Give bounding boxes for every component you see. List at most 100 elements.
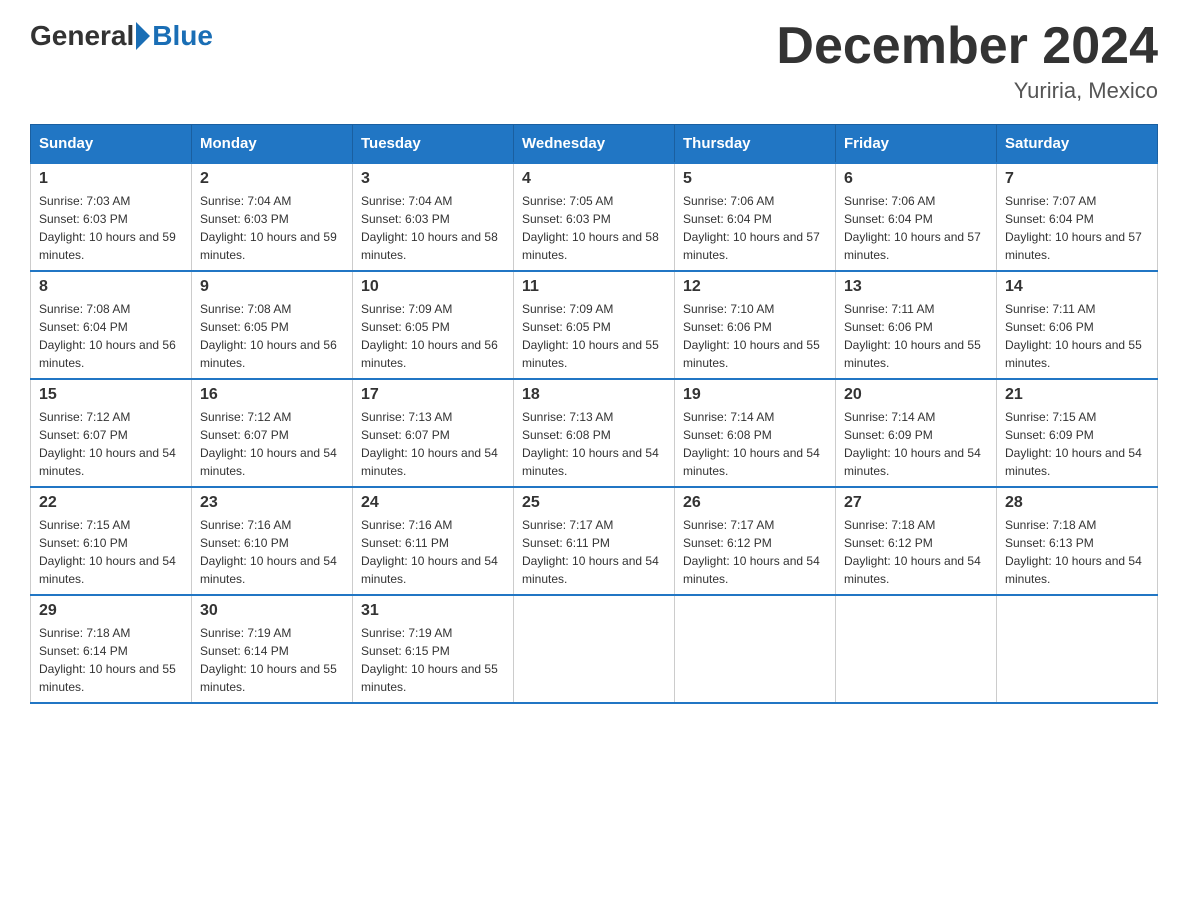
day-number: 18 (522, 386, 666, 404)
day-number: 11 (522, 278, 666, 296)
day-number: 12 (683, 278, 827, 296)
calendar-day-cell: 15 Sunrise: 7:12 AM Sunset: 6:07 PM Dayl… (31, 379, 192, 487)
day-info: Sunrise: 7:18 AM Sunset: 6:14 PM Dayligh… (39, 624, 183, 696)
day-number: 9 (200, 278, 344, 296)
day-info: Sunrise: 7:08 AM Sunset: 6:05 PM Dayligh… (200, 300, 344, 372)
calendar-week-row: 29 Sunrise: 7:18 AM Sunset: 6:14 PM Dayl… (31, 595, 1158, 703)
day-info: Sunrise: 7:12 AM Sunset: 6:07 PM Dayligh… (39, 408, 183, 480)
day-number: 6 (844, 170, 988, 188)
day-info: Sunrise: 7:14 AM Sunset: 6:09 PM Dayligh… (844, 408, 988, 480)
day-number: 14 (1005, 278, 1149, 296)
day-number: 2 (200, 170, 344, 188)
calendar-day-cell: 25 Sunrise: 7:17 AM Sunset: 6:11 PM Dayl… (514, 487, 675, 595)
day-info: Sunrise: 7:09 AM Sunset: 6:05 PM Dayligh… (522, 300, 666, 372)
col-friday: Friday (836, 125, 997, 164)
calendar-week-row: 8 Sunrise: 7:08 AM Sunset: 6:04 PM Dayli… (31, 271, 1158, 379)
calendar-week-row: 22 Sunrise: 7:15 AM Sunset: 6:10 PM Dayl… (31, 487, 1158, 595)
day-info: Sunrise: 7:17 AM Sunset: 6:12 PM Dayligh… (683, 516, 827, 588)
col-monday: Monday (192, 125, 353, 164)
calendar-day-cell: 10 Sunrise: 7:09 AM Sunset: 6:05 PM Dayl… (353, 271, 514, 379)
month-title: December 2024 (776, 20, 1158, 72)
calendar-day-cell: 23 Sunrise: 7:16 AM Sunset: 6:10 PM Dayl… (192, 487, 353, 595)
calendar-day-cell: 26 Sunrise: 7:17 AM Sunset: 6:12 PM Dayl… (675, 487, 836, 595)
calendar-day-cell (997, 595, 1158, 703)
calendar-day-cell: 1 Sunrise: 7:03 AM Sunset: 6:03 PM Dayli… (31, 163, 192, 271)
day-info: Sunrise: 7:15 AM Sunset: 6:10 PM Dayligh… (39, 516, 183, 588)
day-number: 31 (361, 602, 505, 620)
col-saturday: Saturday (997, 125, 1158, 164)
day-info: Sunrise: 7:12 AM Sunset: 6:07 PM Dayligh… (200, 408, 344, 480)
day-info: Sunrise: 7:19 AM Sunset: 6:14 PM Dayligh… (200, 624, 344, 696)
calendar-day-cell: 27 Sunrise: 7:18 AM Sunset: 6:12 PM Dayl… (836, 487, 997, 595)
day-info: Sunrise: 7:06 AM Sunset: 6:04 PM Dayligh… (844, 192, 988, 264)
day-number: 27 (844, 494, 988, 512)
location: Yuriria, Mexico (776, 78, 1158, 104)
calendar-day-cell: 18 Sunrise: 7:13 AM Sunset: 6:08 PM Dayl… (514, 379, 675, 487)
calendar-day-cell: 4 Sunrise: 7:05 AM Sunset: 6:03 PM Dayli… (514, 163, 675, 271)
page-header: General Blue December 2024 Yuriria, Mexi… (30, 20, 1158, 104)
day-number: 21 (1005, 386, 1149, 404)
calendar-day-cell: 31 Sunrise: 7:19 AM Sunset: 6:15 PM Dayl… (353, 595, 514, 703)
calendar-day-cell (675, 595, 836, 703)
day-info: Sunrise: 7:08 AM Sunset: 6:04 PM Dayligh… (39, 300, 183, 372)
day-number: 26 (683, 494, 827, 512)
day-number: 29 (39, 602, 183, 620)
calendar-day-cell (514, 595, 675, 703)
day-info: Sunrise: 7:03 AM Sunset: 6:03 PM Dayligh… (39, 192, 183, 264)
day-number: 16 (200, 386, 344, 404)
calendar-day-cell: 21 Sunrise: 7:15 AM Sunset: 6:09 PM Dayl… (997, 379, 1158, 487)
logo-arrow-icon (136, 22, 150, 50)
day-number: 20 (844, 386, 988, 404)
col-tuesday: Tuesday (353, 125, 514, 164)
day-info: Sunrise: 7:18 AM Sunset: 6:12 PM Dayligh… (844, 516, 988, 588)
calendar-day-cell: 19 Sunrise: 7:14 AM Sunset: 6:08 PM Dayl… (675, 379, 836, 487)
calendar-day-cell (836, 595, 997, 703)
day-info: Sunrise: 7:09 AM Sunset: 6:05 PM Dayligh… (361, 300, 505, 372)
calendar-day-cell: 29 Sunrise: 7:18 AM Sunset: 6:14 PM Dayl… (31, 595, 192, 703)
logo: General Blue (30, 20, 213, 52)
day-info: Sunrise: 7:04 AM Sunset: 6:03 PM Dayligh… (200, 192, 344, 264)
day-info: Sunrise: 7:19 AM Sunset: 6:15 PM Dayligh… (361, 624, 505, 696)
day-number: 17 (361, 386, 505, 404)
day-number: 13 (844, 278, 988, 296)
day-info: Sunrise: 7:04 AM Sunset: 6:03 PM Dayligh… (361, 192, 505, 264)
day-number: 1 (39, 170, 183, 188)
calendar-day-cell: 11 Sunrise: 7:09 AM Sunset: 6:05 PM Dayl… (514, 271, 675, 379)
calendar-day-cell: 2 Sunrise: 7:04 AM Sunset: 6:03 PM Dayli… (192, 163, 353, 271)
calendar-day-cell: 8 Sunrise: 7:08 AM Sunset: 6:04 PM Dayli… (31, 271, 192, 379)
calendar-day-cell: 20 Sunrise: 7:14 AM Sunset: 6:09 PM Dayl… (836, 379, 997, 487)
day-info: Sunrise: 7:13 AM Sunset: 6:07 PM Dayligh… (361, 408, 505, 480)
col-thursday: Thursday (675, 125, 836, 164)
calendar-day-cell: 28 Sunrise: 7:18 AM Sunset: 6:13 PM Dayl… (997, 487, 1158, 595)
day-info: Sunrise: 7:16 AM Sunset: 6:10 PM Dayligh… (200, 516, 344, 588)
day-info: Sunrise: 7:05 AM Sunset: 6:03 PM Dayligh… (522, 192, 666, 264)
day-info: Sunrise: 7:15 AM Sunset: 6:09 PM Dayligh… (1005, 408, 1149, 480)
day-number: 5 (683, 170, 827, 188)
col-sunday: Sunday (31, 125, 192, 164)
day-number: 10 (361, 278, 505, 296)
calendar-table: Sunday Monday Tuesday Wednesday Thursday… (30, 124, 1158, 704)
day-info: Sunrise: 7:07 AM Sunset: 6:04 PM Dayligh… (1005, 192, 1149, 264)
day-number: 8 (39, 278, 183, 296)
calendar-week-row: 1 Sunrise: 7:03 AM Sunset: 6:03 PM Dayli… (31, 163, 1158, 271)
title-section: December 2024 Yuriria, Mexico (776, 20, 1158, 104)
day-info: Sunrise: 7:10 AM Sunset: 6:06 PM Dayligh… (683, 300, 827, 372)
day-info: Sunrise: 7:14 AM Sunset: 6:08 PM Dayligh… (683, 408, 827, 480)
day-info: Sunrise: 7:13 AM Sunset: 6:08 PM Dayligh… (522, 408, 666, 480)
day-info: Sunrise: 7:16 AM Sunset: 6:11 PM Dayligh… (361, 516, 505, 588)
calendar-day-cell: 3 Sunrise: 7:04 AM Sunset: 6:03 PM Dayli… (353, 163, 514, 271)
calendar-header-row: Sunday Monday Tuesday Wednesday Thursday… (31, 125, 1158, 164)
day-number: 4 (522, 170, 666, 188)
calendar-day-cell: 13 Sunrise: 7:11 AM Sunset: 6:06 PM Dayl… (836, 271, 997, 379)
calendar-day-cell: 7 Sunrise: 7:07 AM Sunset: 6:04 PM Dayli… (997, 163, 1158, 271)
day-info: Sunrise: 7:18 AM Sunset: 6:13 PM Dayligh… (1005, 516, 1149, 588)
calendar-day-cell: 9 Sunrise: 7:08 AM Sunset: 6:05 PM Dayli… (192, 271, 353, 379)
calendar-day-cell: 30 Sunrise: 7:19 AM Sunset: 6:14 PM Dayl… (192, 595, 353, 703)
day-number: 28 (1005, 494, 1149, 512)
day-info: Sunrise: 7:17 AM Sunset: 6:11 PM Dayligh… (522, 516, 666, 588)
col-wednesday: Wednesday (514, 125, 675, 164)
calendar-day-cell: 22 Sunrise: 7:15 AM Sunset: 6:10 PM Dayl… (31, 487, 192, 595)
day-number: 15 (39, 386, 183, 404)
day-number: 7 (1005, 170, 1149, 188)
day-number: 25 (522, 494, 666, 512)
